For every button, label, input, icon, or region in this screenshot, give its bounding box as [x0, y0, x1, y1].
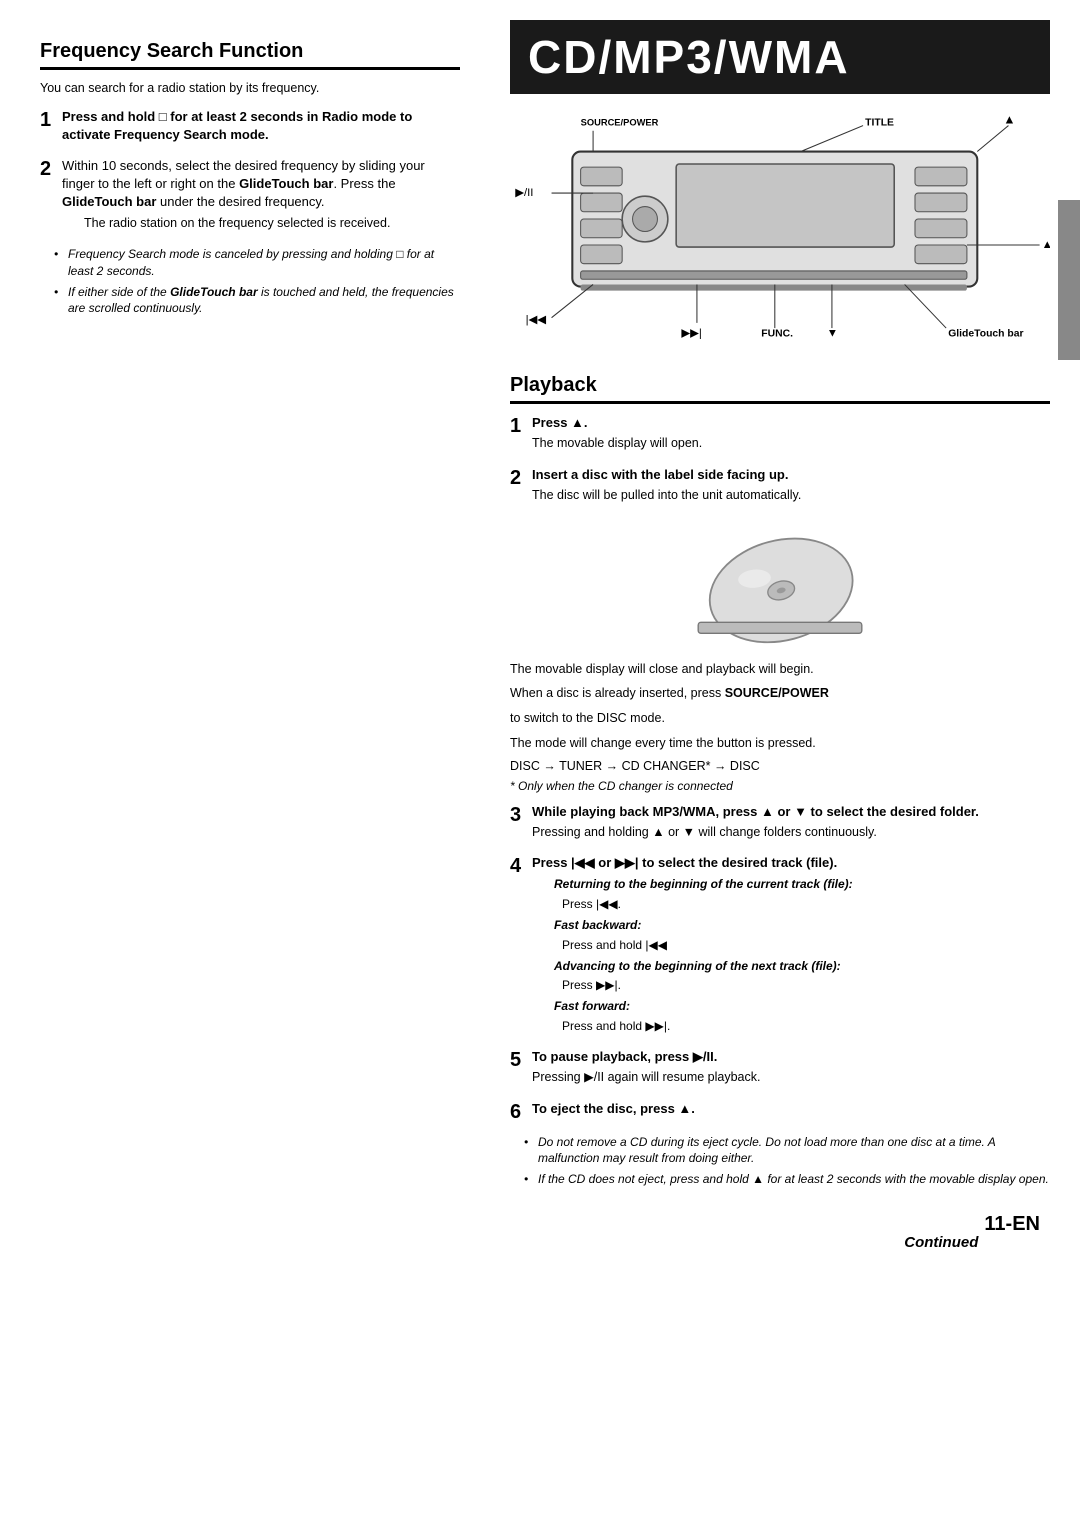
pb-step-5-note: Pressing ▶/II again will resume playback… [532, 1069, 1050, 1087]
step6-bullet-2: If the CD does not eject, press and hold… [524, 1171, 1050, 1188]
freq-intro: You can search for a radio station by it… [40, 80, 460, 98]
pb-step-5-text: To pause playback, press ▶/II. [532, 1049, 717, 1064]
label-source-power: SOURCE/POWER [581, 118, 659, 128]
svg-text:▼: ▼ [827, 327, 838, 339]
page-number: 11-EN [984, 1208, 1040, 1256]
pb-step-3-text: While playing back MP3/WMA, press ▲ or ▼… [532, 804, 979, 819]
sub-text-fast-fwd: Press and hold ▶▶|. [562, 1018, 1050, 1035]
disc-illustration [510, 526, 1050, 646]
device-svg: SOURCE/POWER TITLE ▲ ▶/II ▲ |◀◀ ▶▶| [510, 110, 1050, 359]
playback-step-3: 3 While playing back MP3/WMA, press ▲ or… [510, 803, 1050, 845]
svg-text:TITLE: TITLE [865, 118, 894, 129]
pb-step-4-text: Press |◀◀ or ▶▶| to select the desired t… [532, 855, 837, 870]
playback-step-5: 5 To pause playback, press ▶/II. Pressin… [510, 1048, 1050, 1090]
step-1: 1 Press and hold □ for at least 2 second… [40, 108, 460, 147]
step-2-note: The radio station on the frequency selec… [84, 215, 460, 233]
svg-text:▲: ▲ [1042, 239, 1050, 251]
sub-label-fast-back: Fast backward: [554, 917, 1050, 934]
svg-text:|◀◀: |◀◀ [526, 314, 547, 326]
svg-text:▶▶|: ▶▶| [681, 327, 702, 339]
playback-title: Playback [510, 374, 1050, 404]
cd-mp3-wma-banner: CD/MP3/WMA [510, 20, 1050, 94]
freq-bullet-list: Frequency Search mode is canceled by pre… [54, 246, 460, 317]
playback-step-2: 2 Insert a disc with the label side faci… [510, 466, 1050, 508]
pb-step-5-num: 5 [510, 1048, 532, 1072]
sub-label-fast-fwd: Fast forward: [554, 998, 1050, 1015]
step6-bullet-1: Do not remove a CD during its eject cycl… [524, 1134, 1050, 1168]
playback-step-4: 4 Press |◀◀ or ▶▶| to select the desired… [510, 854, 1050, 1038]
continued-label: Continued [904, 1234, 978, 1251]
freq-search-title: Frequency Search Function [40, 40, 460, 70]
svg-text:FUNC.: FUNC. [761, 328, 793, 339]
pb-step-2-text: Insert a disc with the label side facing… [532, 467, 788, 482]
svg-text:▲: ▲ [1003, 112, 1015, 126]
playback-step-6: 6 To eject the disc, press ▲. [510, 1100, 1050, 1124]
svg-text:▶/II: ▶/II [515, 187, 533, 199]
pb-step-6-text: To eject the disc, press ▲. [532, 1101, 695, 1116]
bullet-1: Frequency Search mode is canceled by pre… [54, 246, 460, 280]
pb-step-2-note: The disc will be pulled into the unit au… [532, 487, 1050, 505]
pb-step-6-num: 6 [510, 1100, 532, 1124]
sub-text-return: Press |◀◀. [562, 896, 1050, 913]
step-2-num: 2 [40, 157, 62, 181]
disc-desc-1: The movable display will close and playb… [510, 660, 1050, 679]
step6-bullet-list: Do not remove a CD during its eject cycl… [524, 1134, 1050, 1188]
disc-desc-3: to switch to the DISC mode. [510, 709, 1050, 728]
disc-desc-4: The mode will change every time the butt… [510, 734, 1050, 753]
sub-text-fast-back: Press and hold |◀◀ [562, 937, 1050, 954]
device-diagram: SOURCE/POWER TITLE ▲ ▶/II ▲ |◀◀ ▶▶| [510, 110, 1050, 362]
bottom-bar: Continued 11-EN [510, 1208, 1050, 1256]
step-1-num: 1 [40, 108, 62, 132]
disc-mode-line: DISC → TUNER → CD CHANGER* → DISC [510, 759, 1050, 773]
pb-step-3-num: 3 [510, 803, 532, 827]
page-suffix: -EN [1006, 1213, 1040, 1235]
pb-step-1-text: Press ▲. [532, 415, 588, 430]
playback-step-1: 1 Press ▲. The movable display will open… [510, 414, 1050, 456]
asterisk-note: * Only when the CD changer is connected [510, 779, 1050, 793]
sub-text-advance: Press ▶▶|. [562, 977, 1050, 994]
sub-label-advance: Advancing to the beginning of the next t… [554, 958, 1050, 975]
sub-label-return: Returning to the beginning of the curren… [554, 876, 1050, 893]
bullet-2: If either side of the GlideTouch bar is … [54, 284, 460, 318]
step-1-text: Press and hold □ for at least 2 seconds … [62, 109, 412, 142]
pb-step-2-num: 2 [510, 466, 532, 490]
pb-step-1-note: The movable display will open. [532, 435, 1050, 453]
pb-step-1-num: 1 [510, 414, 532, 438]
side-tab [1058, 200, 1080, 360]
pb-step-3-note: Pressing and holding ▲ or ▼ will change … [532, 824, 1050, 842]
step-2: 2 Within 10 seconds, select the desired … [40, 157, 460, 236]
step-2-text: Within 10 seconds, select the desired fr… [62, 157, 460, 212]
pb-step-4-num: 4 [510, 854, 532, 878]
svg-text:GlideTouch bar: GlideTouch bar [948, 328, 1023, 339]
disc-desc-2: When a disc is already inserted, press S… [510, 684, 1050, 703]
